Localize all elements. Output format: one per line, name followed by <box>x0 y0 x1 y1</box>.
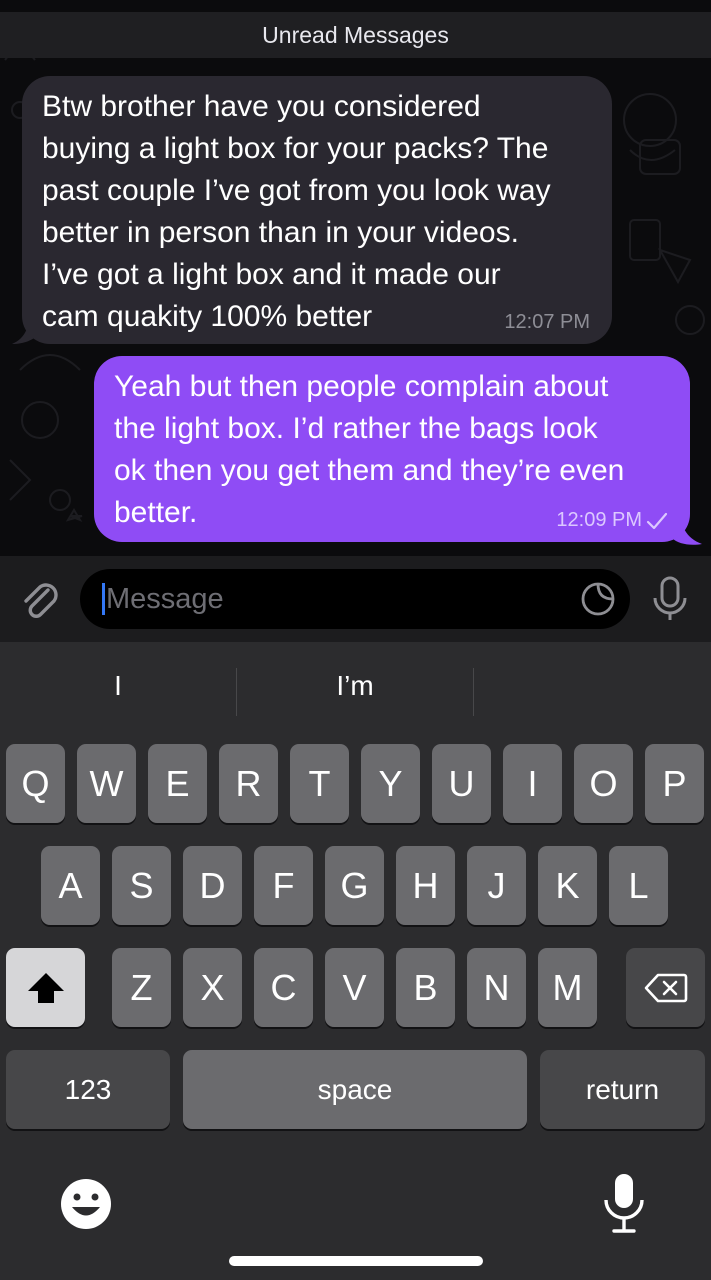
key-r[interactable]: R <box>219 744 278 823</box>
key-a[interactable]: A <box>41 846 100 925</box>
single-check-icon <box>646 512 668 529</box>
outgoing-message-meta: 12:09 PM <box>556 509 668 532</box>
key-u[interactable]: U <box>432 744 491 823</box>
key-m[interactable]: M <box>538 948 597 1027</box>
chat-area[interactable]: Unread Messages Btw brother have you con… <box>0 0 711 556</box>
key-l[interactable]: L <box>609 846 668 925</box>
key-g[interactable]: G <box>325 846 384 925</box>
key-j[interactable]: J <box>467 846 526 925</box>
suggestion-divider <box>473 668 474 716</box>
keyboard: I I’m Q W E R T Y U I O P A S D F G H J … <box>0 642 711 1280</box>
predictive-bar: I I’m <box>0 642 711 738</box>
suggestion-2[interactable]: I’m <box>237 670 473 702</box>
shift-icon <box>27 972 64 1003</box>
key-w[interactable]: W <box>77 744 136 823</box>
return-key[interactable]: return <box>540 1050 705 1129</box>
unread-messages-label: Unread Messages <box>262 21 449 48</box>
incoming-message-time: 12:07 PM <box>504 311 590 333</box>
backspace-icon <box>644 973 687 1002</box>
key-q[interactable]: Q <box>6 744 65 823</box>
key-b[interactable]: B <box>396 948 455 1027</box>
unread-messages-divider: Unread Messages <box>0 12 711 58</box>
space-key[interactable]: space <box>183 1050 527 1129</box>
message-input-placeholder: Message <box>106 582 224 615</box>
incoming-message-text: Btw brother have you considered buying a… <box>42 90 551 333</box>
key-k[interactable]: K <box>538 846 597 925</box>
key-d[interactable]: D <box>183 846 242 925</box>
key-s[interactable]: S <box>112 846 171 925</box>
key-n[interactable]: N <box>467 948 526 1027</box>
shift-key[interactable] <box>6 948 85 1027</box>
outgoing-message-bubble[interactable]: Yeah but then people complain about the … <box>94 356 690 542</box>
key-p[interactable]: P <box>645 744 704 823</box>
key-f[interactable]: F <box>254 846 313 925</box>
emoji-icon[interactable] <box>58 1176 114 1232</box>
sticker-icon[interactable] <box>580 581 616 617</box>
message-input[interactable]: Message <box>80 569 630 629</box>
text-cursor <box>102 583 105 615</box>
outgoing-message-time: 12:09 PM <box>556 509 642 531</box>
microphone-icon[interactable] <box>650 576 690 622</box>
backspace-key[interactable] <box>626 948 705 1027</box>
key-x[interactable]: X <box>183 948 242 1027</box>
key-i[interactable]: I <box>503 744 562 823</box>
incoming-message-bubble[interactable]: Btw brother have you considered buying a… <box>22 76 612 344</box>
suggestion-1[interactable]: I <box>0 670 236 702</box>
key-v[interactable]: V <box>325 948 384 1027</box>
numbers-key[interactable]: 123 <box>6 1050 170 1129</box>
key-y[interactable]: Y <box>361 744 420 823</box>
key-h[interactable]: H <box>396 846 455 925</box>
dictation-microphone-icon[interactable] <box>602 1172 646 1236</box>
paperclip-icon[interactable] <box>18 578 62 622</box>
key-z[interactable]: Z <box>112 948 171 1027</box>
key-t[interactable]: T <box>290 744 349 823</box>
key-e[interactable]: E <box>148 744 207 823</box>
key-c[interactable]: C <box>254 948 313 1027</box>
home-indicator <box>229 1256 483 1266</box>
key-o[interactable]: O <box>574 744 633 823</box>
message-composer: Message <box>0 556 711 642</box>
